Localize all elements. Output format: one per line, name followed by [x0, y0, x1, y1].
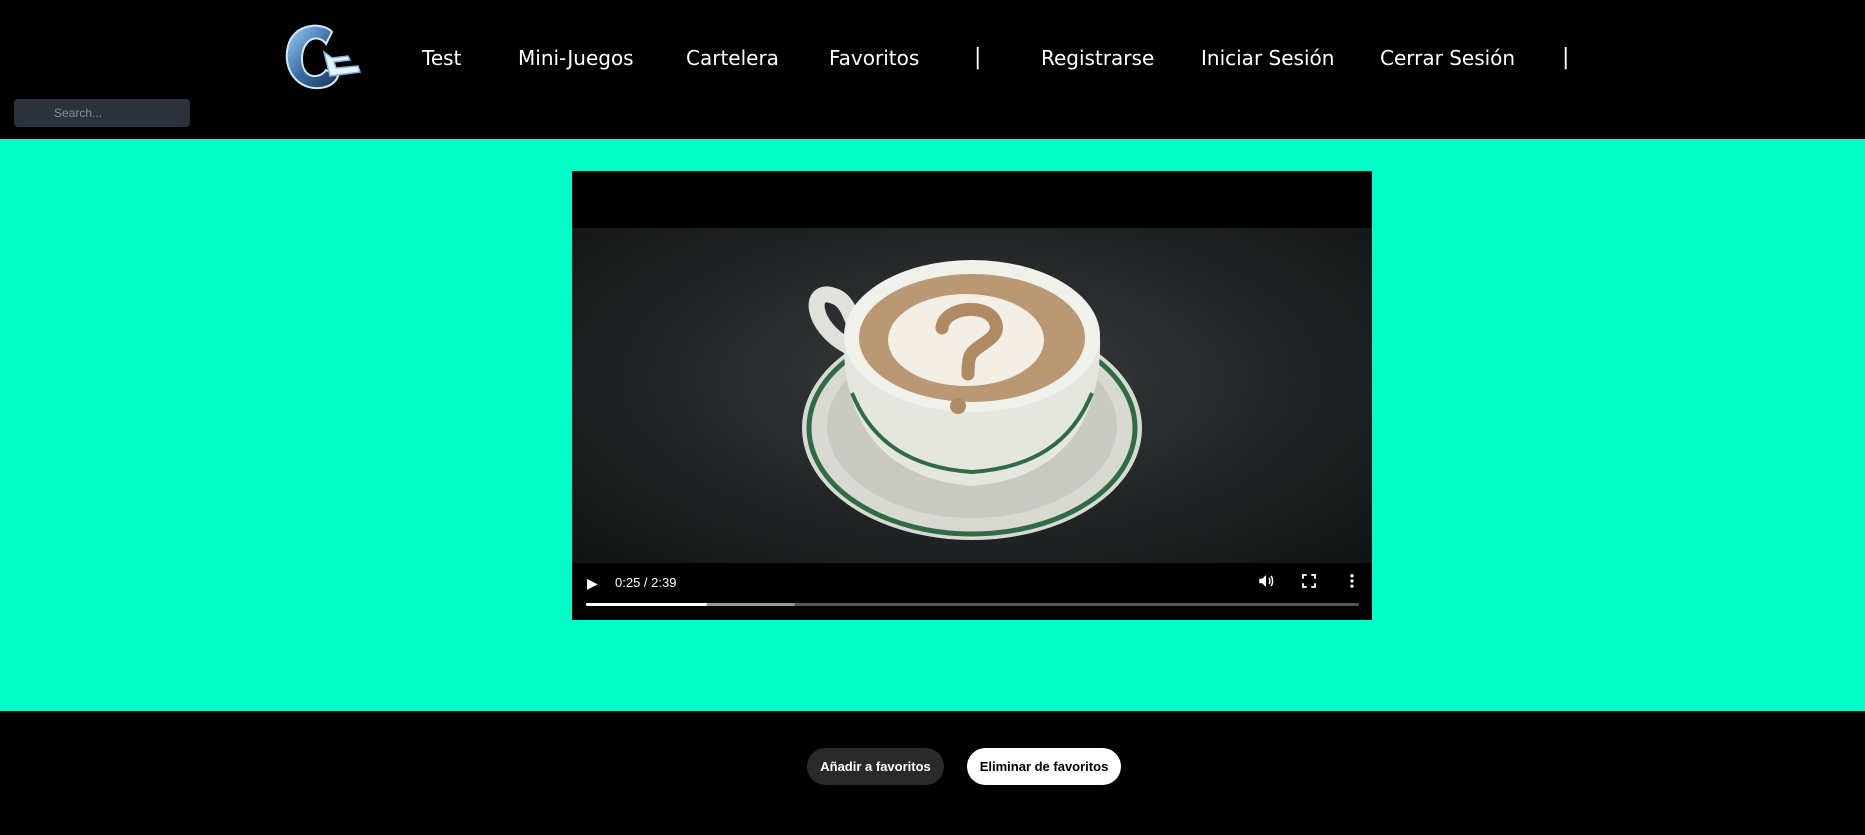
site-logo[interactable]: [280, 18, 366, 94]
volume-icon[interactable]: [1257, 572, 1275, 594]
footer-actions: Añadir a favoritos Eliminar de favoritos: [0, 711, 1865, 835]
nav-separator: |: [974, 45, 982, 70]
site-header: Test Mini-Juegos Cartelera Favoritos | R…: [0, 0, 1865, 139]
video-frame[interactable]: [572, 228, 1372, 563]
video-player[interactable]: ▶ 0:25 / 2:39: [572, 171, 1372, 620]
fullscreen-icon[interactable]: [1300, 572, 1318, 594]
main-content: ▶ 0:25 / 2:39: [0, 139, 1865, 711]
nav-link-mini-juegos[interactable]: Mini-Juegos: [518, 44, 634, 72]
add-to-favorites-button[interactable]: Añadir a favoritos: [807, 748, 944, 785]
nav-link-iniciar-sesion[interactable]: Iniciar Sesión: [1201, 44, 1334, 72]
search-input[interactable]: [14, 99, 190, 127]
coffee-cup-image: [802, 260, 1142, 540]
nav-link-registrarse[interactable]: Registrarse: [1041, 44, 1154, 72]
play-icon[interactable]: ▶: [587, 576, 598, 592]
nav-link-test[interactable]: Test: [422, 44, 461, 72]
nav-separator: |: [1562, 45, 1570, 70]
nav-link-favoritos[interactable]: Favoritos: [829, 44, 919, 72]
video-controls: ▶ 0:25 / 2:39: [572, 563, 1372, 620]
nav-link-cerrar-sesion[interactable]: Cerrar Sesión: [1380, 44, 1515, 72]
remove-from-favorites-button[interactable]: Eliminar de favoritos: [967, 748, 1121, 785]
video-progress-bar[interactable]: [586, 603, 1359, 606]
video-time-display: 0:25 / 2:39: [615, 575, 677, 590]
nav-link-cartelera[interactable]: Cartelera: [686, 44, 779, 72]
video-played-bar: [586, 603, 708, 606]
more-options-icon[interactable]: [1343, 572, 1361, 594]
